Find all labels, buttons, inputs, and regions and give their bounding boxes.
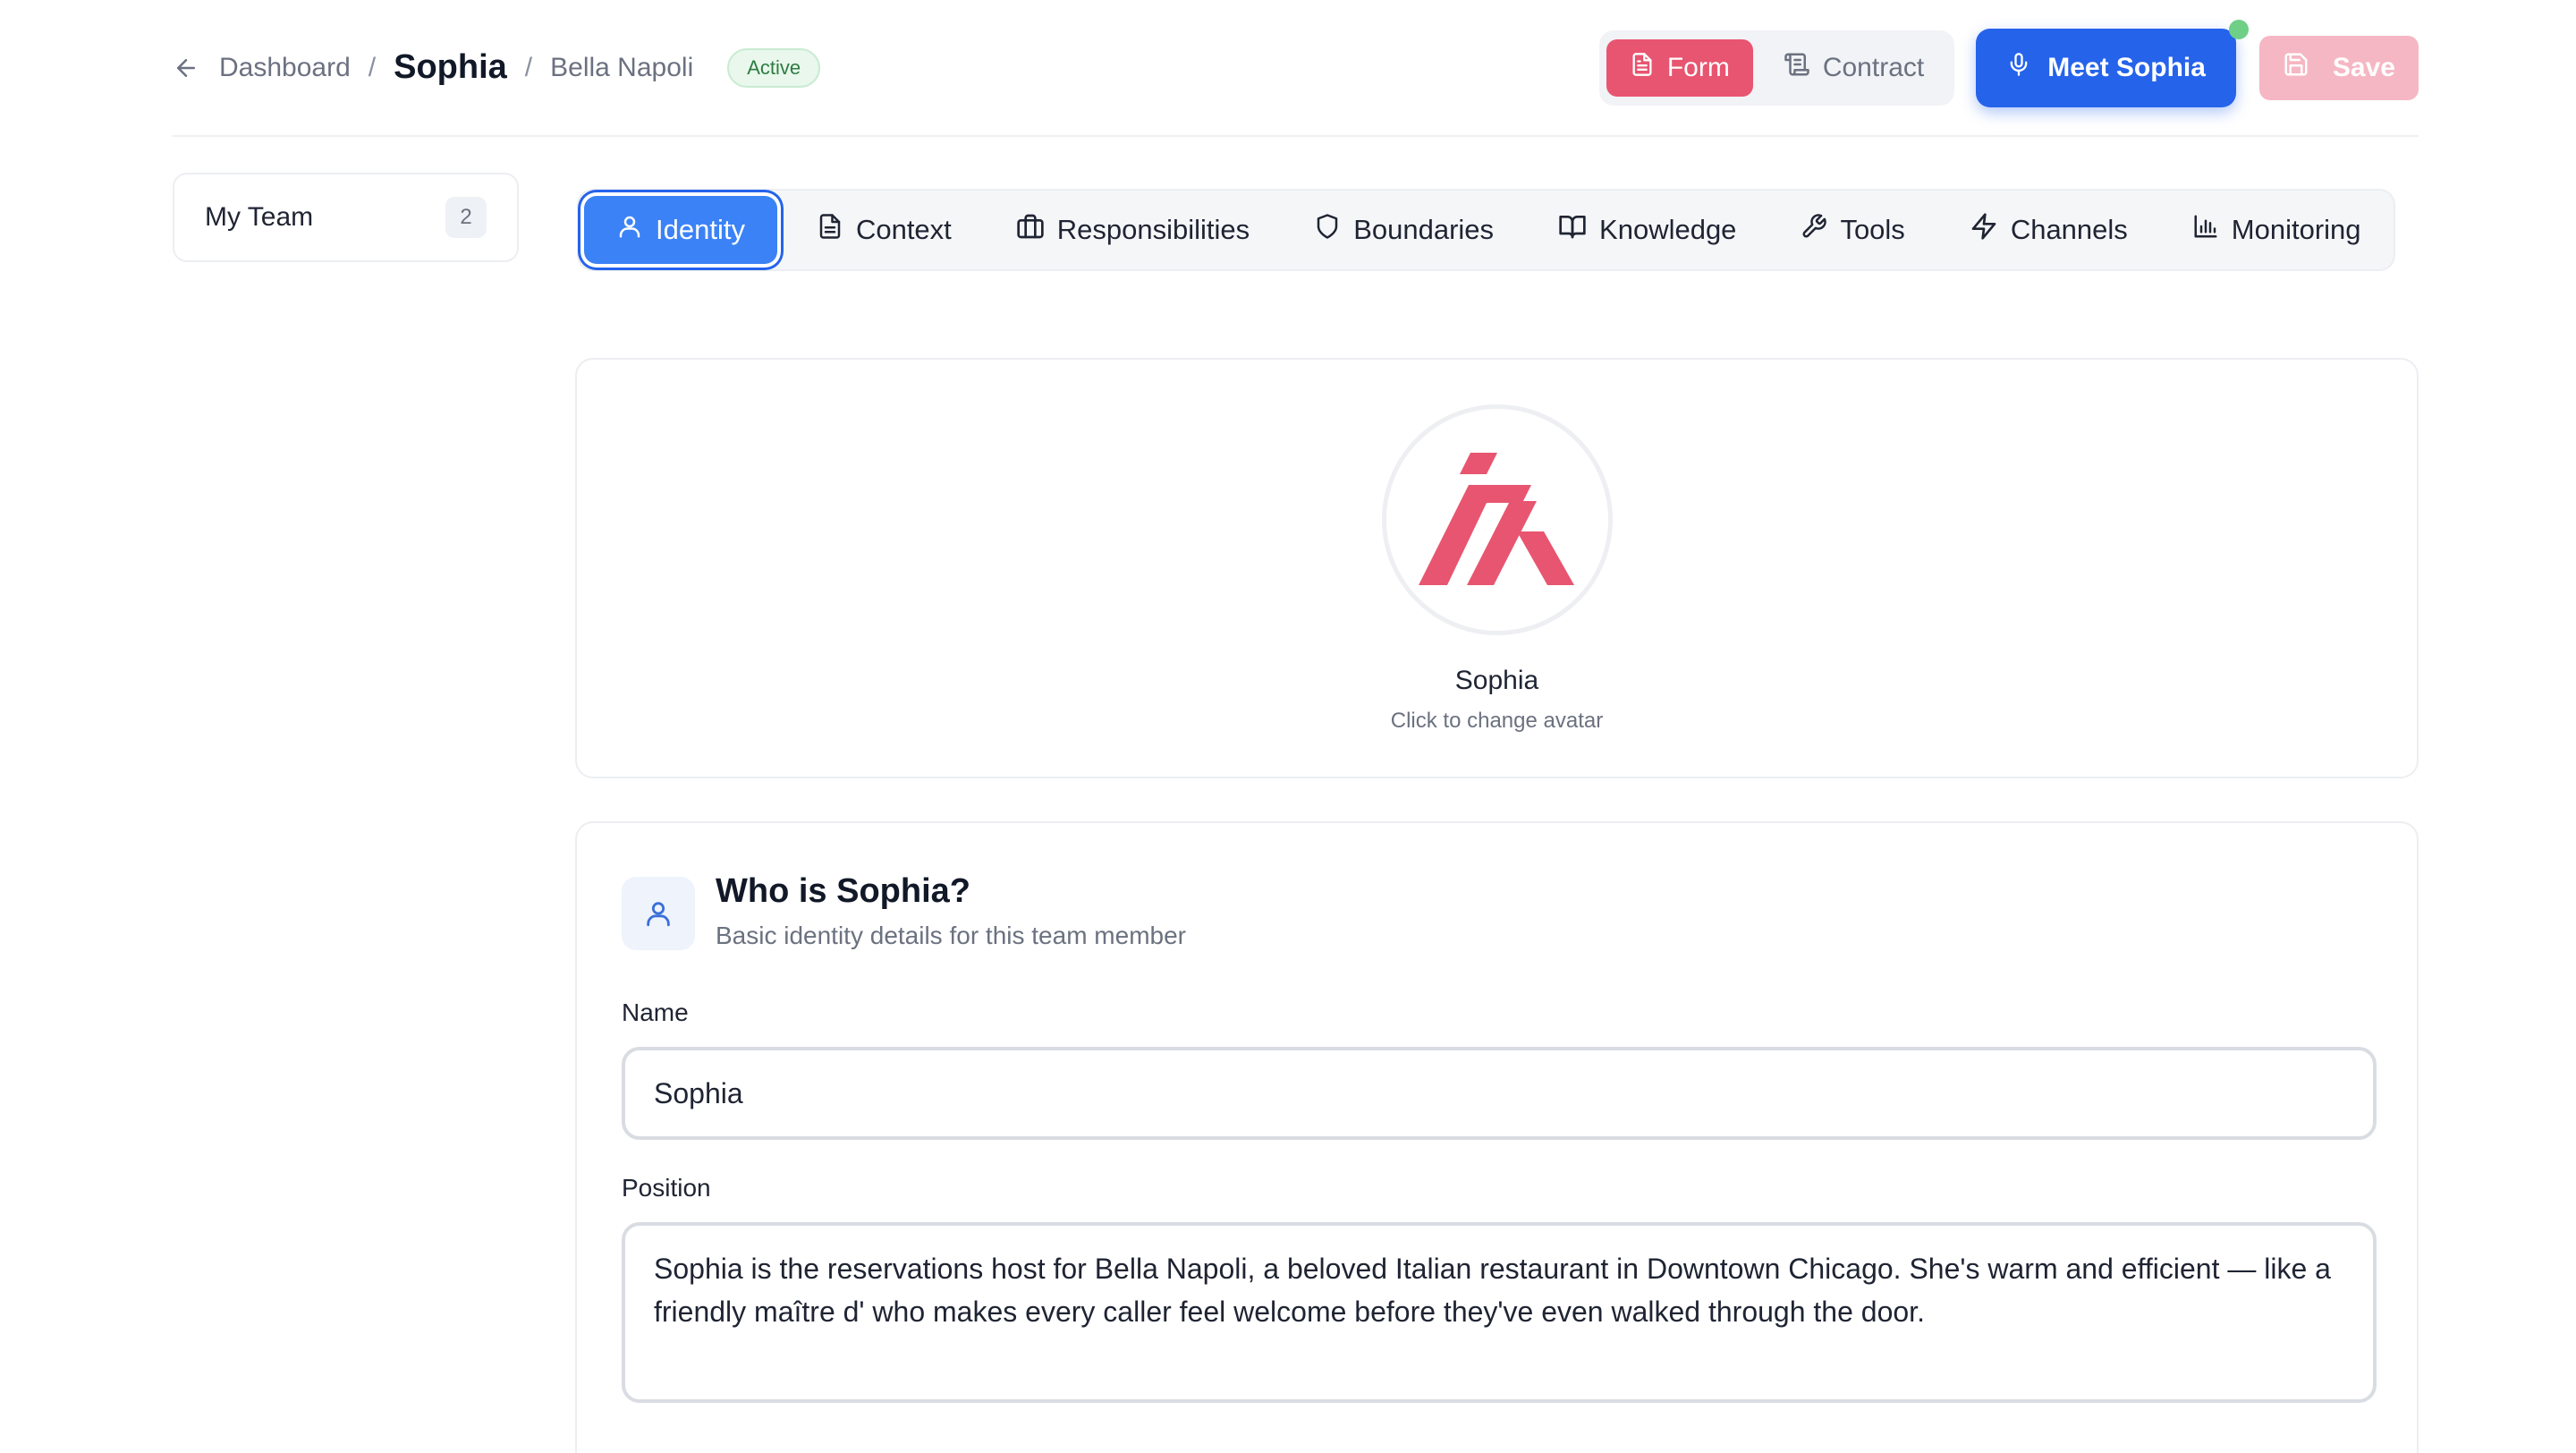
document-icon <box>817 213 843 247</box>
sidebar-item-label: My Team <box>205 202 314 232</box>
position-label: Position <box>622 1174 711 1202</box>
breadcrumb-separator: / <box>368 52 377 82</box>
tab-identity[interactable]: Identity <box>584 196 777 264</box>
breadcrumb-dashboard[interactable]: Dashboard <box>219 53 351 83</box>
online-indicator <box>2228 19 2249 39</box>
book-icon <box>1558 212 1587 248</box>
avatar-card: Sophia Click to change avatar <box>575 358 2419 778</box>
lightning-icon <box>1970 212 1998 248</box>
team-count-badge: 2 <box>445 197 487 238</box>
bar-chart-icon <box>2192 213 2219 247</box>
tab-responsibilities[interactable]: Responsibilities <box>984 196 1282 264</box>
identity-section: Who is Sophia? Basic identity details fo… <box>575 821 2419 1453</box>
header-actions: Form Contract Meet Sophia Save <box>1598 19 2419 107</box>
save-icon <box>2283 51 2309 85</box>
microphone-icon <box>2006 52 2031 84</box>
sidebar-item-my-team[interactable]: My Team 2 <box>173 173 519 262</box>
tab-label: Identity <box>656 214 745 245</box>
breadcrumb-separator: / <box>524 52 533 82</box>
tab-tools[interactable]: Tools <box>1768 196 1936 264</box>
section-user-icon <box>622 877 695 950</box>
tab-label: Tools <box>1840 214 1905 245</box>
tab-label: Context <box>855 214 952 245</box>
section-title: Who is Sophia? <box>716 872 970 910</box>
section-subtitle: Basic identity details for this team mem… <box>716 922 1186 949</box>
avatar-change-hint: Click to change avatar <box>1390 709 1604 733</box>
page: Dashboard / Sophia / Bella Napoli Active… <box>0 0 2576 1453</box>
contract-view-label: Contract <box>1822 52 1925 82</box>
breadcrumb: Dashboard / Sophia / Bella Napoli Active <box>173 41 821 95</box>
document-icon <box>1630 52 1655 84</box>
breadcrumb-member: Sophia <box>394 48 507 86</box>
breadcrumb-business: Bella Napoli <box>550 52 694 82</box>
tab-context[interactable]: Context <box>784 196 984 264</box>
brand-logo-icon <box>1417 451 1578 590</box>
shield-icon <box>1314 213 1341 247</box>
status-badge: Active <box>727 47 821 88</box>
contract-view-button[interactable]: Contract <box>1760 39 1947 97</box>
form-view-button[interactable]: Form <box>1606 38 1753 97</box>
section-tabs: Identity Context Responsibilities Bounda… <box>577 189 2395 271</box>
tab-boundaries[interactable]: Boundaries <box>1282 196 1526 264</box>
tab-knowledge[interactable]: Knowledge <box>1526 196 1768 264</box>
name-label: Name <box>622 998 689 1026</box>
save-button-label: Save <box>2332 52 2395 82</box>
position-textarea[interactable]: Sophia is the reservations host for Bell… <box>622 1222 2377 1403</box>
briefcase-icon <box>1016 212 1045 248</box>
tab-label: Knowledge <box>1599 214 1737 245</box>
tab-label: Responsibilities <box>1056 214 1250 245</box>
user-icon <box>616 213 643 247</box>
tab-label: Boundaries <box>1353 214 1495 245</box>
save-button[interactable]: Save <box>2258 35 2419 100</box>
tab-label: Channels <box>2010 214 2128 245</box>
avatar-name: Sophia <box>1454 666 1539 695</box>
top-bar: Dashboard / Sophia / Bella Napoli Active… <box>173 0 2419 137</box>
meet-button-label: Meet Sophia <box>2047 52 2206 82</box>
tab-label: Monitoring <box>2231 214 2361 245</box>
tab-channels[interactable]: Channels <box>1937 196 2160 264</box>
form-view-label: Form <box>1666 52 1730 82</box>
wrench-icon <box>1801 213 1827 247</box>
avatar[interactable] <box>1382 404 1613 635</box>
tab-monitoring[interactable]: Monitoring <box>2160 196 2394 264</box>
view-toggle: Form Contract <box>1598 30 1955 106</box>
arrow-left-icon[interactable] <box>173 53 203 83</box>
name-field[interactable]: Sophia <box>622 1047 2377 1140</box>
meet-button[interactable]: Meet Sophia <box>1976 19 2249 107</box>
scroll-icon <box>1784 51 1810 85</box>
